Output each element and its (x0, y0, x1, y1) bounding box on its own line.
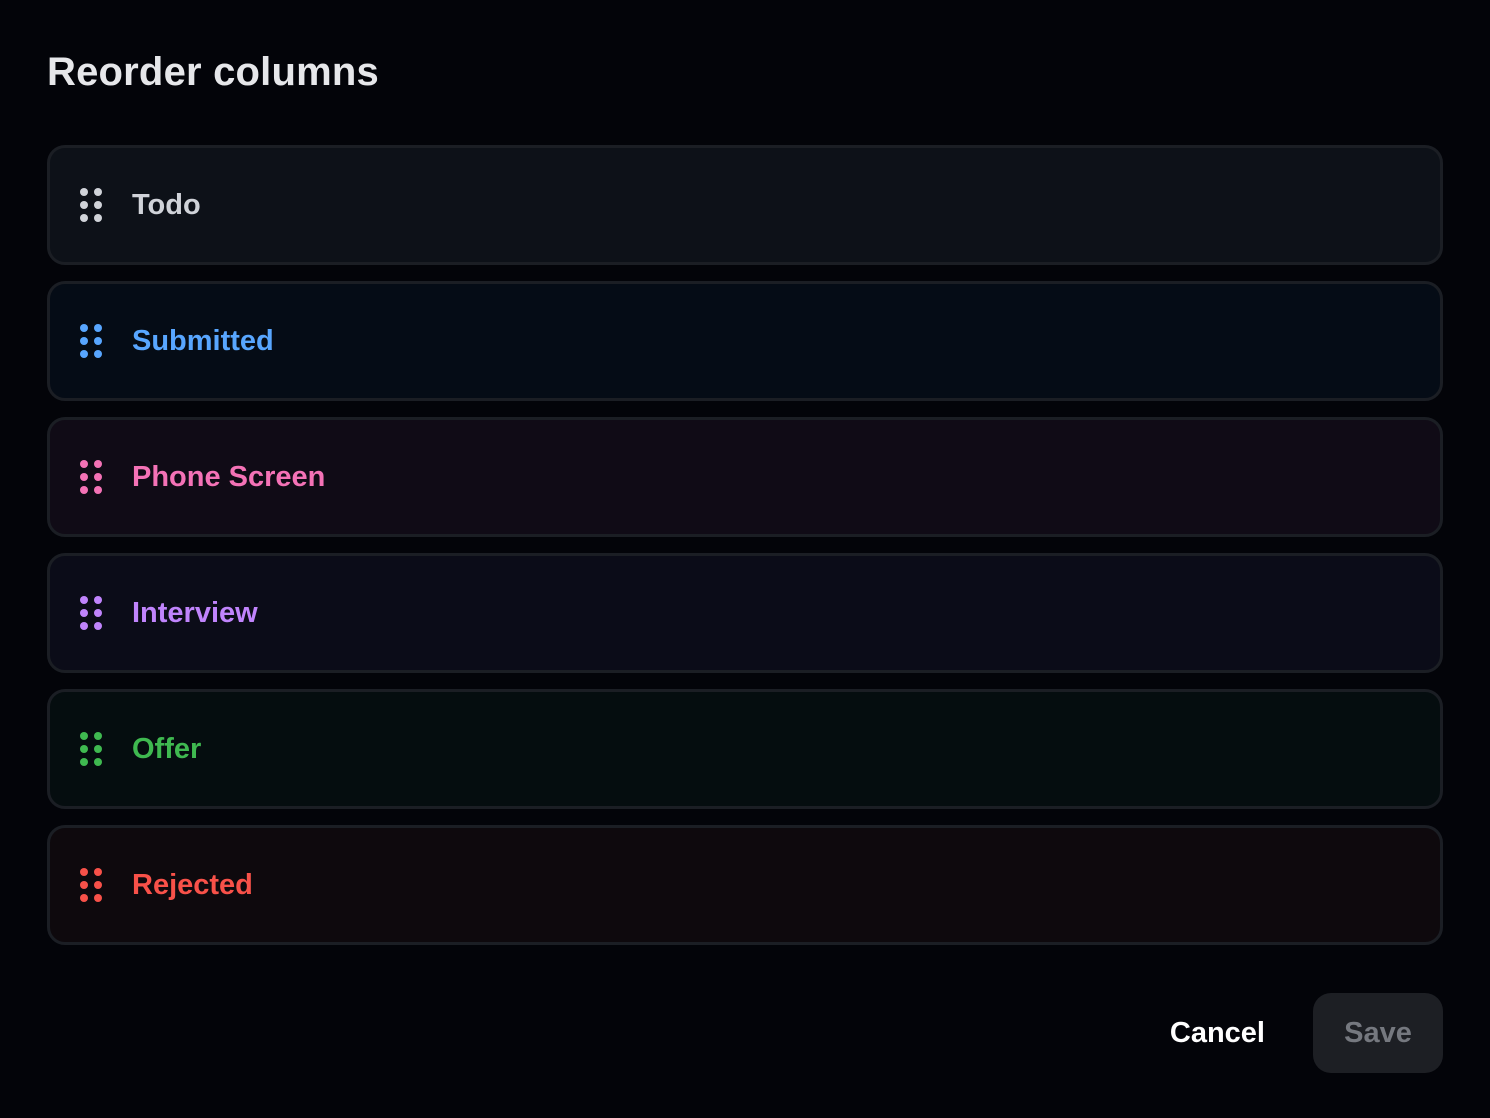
drag-handle-icon[interactable] (80, 732, 102, 766)
column-item-todo[interactable]: Todo (47, 145, 1443, 265)
drag-handle-icon[interactable] (80, 324, 102, 358)
column-item-submitted[interactable]: Submitted (47, 281, 1443, 401)
column-item-label: Interview (132, 597, 258, 629)
column-item-offer[interactable]: Offer (47, 689, 1443, 809)
dialog-footer: Cancel Save (1146, 993, 1443, 1073)
reorder-columns-dialog: Reorder columns Todo Submitted Phone Scr… (0, 0, 1490, 1118)
column-list: Todo Submitted Phone Screen Interview Of (47, 145, 1443, 961)
column-item-rejected[interactable]: Rejected (47, 825, 1443, 945)
cancel-button[interactable]: Cancel (1146, 993, 1289, 1073)
dialog-title: Reorder columns (47, 50, 379, 94)
column-item-label: Submitted (132, 325, 274, 357)
column-item-label: Rejected (132, 869, 253, 901)
column-item-label: Offer (132, 733, 202, 765)
drag-handle-icon[interactable] (80, 460, 102, 494)
save-button[interactable]: Save (1313, 993, 1443, 1073)
column-item-phone-screen[interactable]: Phone Screen (47, 417, 1443, 537)
drag-handle-icon[interactable] (80, 188, 102, 222)
column-item-label: Todo (132, 189, 201, 221)
drag-handle-icon[interactable] (80, 868, 102, 902)
column-item-label: Phone Screen (132, 461, 326, 493)
drag-handle-icon[interactable] (80, 596, 102, 630)
column-item-interview[interactable]: Interview (47, 553, 1443, 673)
